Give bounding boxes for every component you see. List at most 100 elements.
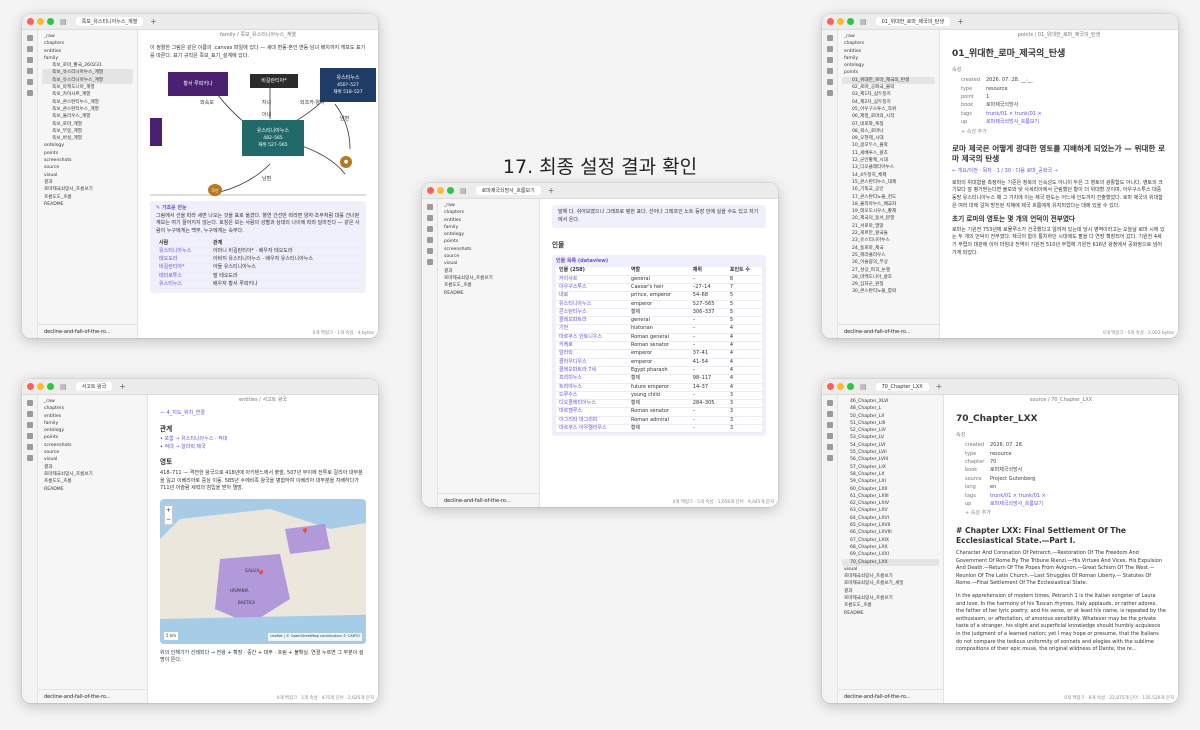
sidebar-item[interactable]: source <box>42 449 143 456</box>
sidebar-item[interactable]: 로마제국쇠망사_흐름보기 <box>442 275 535 282</box>
property-value[interactable]: 1 <box>986 93 989 101</box>
table-cell[interactable]: 유스티누스 <box>156 280 211 290</box>
vault-switcher[interactable]: decline-and-fall-of-the-ro... <box>838 324 939 338</box>
sidebar-item[interactable]: README <box>42 201 133 208</box>
sidebar-item[interactable]: family <box>42 55 133 62</box>
sidebar-item[interactable]: _raw <box>842 33 935 40</box>
sidebar-item[interactable]: _raw <box>42 33 133 40</box>
sidebar-toggle-icon[interactable]: ▤ <box>860 383 867 391</box>
sidebar-item[interactable]: 57_Chapter_LIX <box>842 464 939 471</box>
sidebar-item[interactable]: points <box>442 238 535 245</box>
sidebar-item[interactable]: 01_위대한_로마_제국의_탄생 <box>842 76 935 85</box>
sidebar-item[interactable]: 족보_마케도니아_계열 <box>42 84 133 91</box>
sidebar-item[interactable]: 65_Chapter_LXVII <box>842 522 939 529</box>
sidebar-item[interactable]: 48_Chapter_L <box>842 405 939 412</box>
tab-active[interactable]: 01_위대한_로마_제국의_탄생 <box>875 17 950 26</box>
sidebar-item[interactable]: 로마제국쇠망사_흐름보기 <box>842 595 939 602</box>
sidebar-item[interactable]: visual <box>42 456 143 463</box>
sidebar-item[interactable]: 46_Chapter_XLVI <box>842 398 939 405</box>
table-cell[interactable]: 클라우디우스 <box>556 358 628 367</box>
sidebar-item[interactable]: 56_Chapter_LVIII <box>842 456 939 463</box>
sidebar-item[interactable]: 21_서로마_멸망 <box>842 223 935 230</box>
sidebar-toggle-icon[interactable]: ▤ <box>60 383 67 391</box>
sidebar-item[interactable]: 62_Chapter_LXIV <box>842 500 939 507</box>
table-cell[interactable]: 알라릭 <box>556 349 628 359</box>
property-value[interactable]: trunk/01 × trunk/01 × <box>986 110 1042 118</box>
table-cell[interactable]: 트라야누스 <box>556 383 628 392</box>
sidebar-item[interactable]: 13_디오클레티아누스 <box>842 164 935 171</box>
sidebar-item[interactable]: 17_콘스탄티노플_천도 <box>842 194 935 201</box>
sidebar-item[interactable]: _raw <box>42 398 143 405</box>
minimize-dot[interactable] <box>37 18 44 25</box>
sidebar-item[interactable]: 50_Chapter_LII <box>842 413 939 420</box>
sidebar-item[interactable]: 24_동로마_제국 <box>842 245 935 252</box>
table-cell[interactable]: 드루수스 <box>556 391 628 401</box>
property-value[interactable]: 로마제국쇠망사 <box>986 101 1018 109</box>
sidebar-item[interactable]: 20_제국의_동서_분열 <box>842 215 935 222</box>
sidebar-item[interactable]: ontology <box>842 62 935 69</box>
sidebar-item[interactable]: 15_콘스탄티누스_대제 <box>842 179 935 186</box>
sidebar-item[interactable]: 로마제국쇠망사_흐름보기 <box>42 186 133 193</box>
sidebar-item[interactable]: 64_Chapter_LXVI <box>842 515 939 522</box>
minimize-dot[interactable] <box>837 18 844 25</box>
node-justinian[interactable]: 유스티니아누스 482–565 재위 527–565 <box>242 120 304 157</box>
sidebar-item[interactable]: source <box>42 164 133 171</box>
sidebar-item[interactable]: 결과 <box>42 464 143 471</box>
minimize-dot[interactable] <box>37 383 44 390</box>
sidebar-item[interactable]: ontology <box>42 142 133 149</box>
sidebar-item[interactable]: 16_기독교_공인 <box>842 186 935 193</box>
sidebar-item[interactable]: 61_Chapter_LXIII <box>842 493 939 500</box>
zoom-dot[interactable] <box>447 187 454 194</box>
vault-switcher[interactable]: decline-and-fall-of-the-ro... <box>38 689 147 703</box>
sidebar-item[interactable]: 29_십자군_원정 <box>842 281 935 288</box>
tab-active[interactable]: 서고트 왕국 <box>75 382 113 391</box>
sidebar-item[interactable]: 23_유스티니아누스 <box>842 237 935 244</box>
sidebar-item[interactable]: 족보_콘스탄티누스_계열 <box>42 106 133 113</box>
top-link[interactable]: — 4_지도_위치_연결 <box>160 410 366 418</box>
sidebar-item[interactable]: README <box>842 610 939 617</box>
sidebar-item[interactable]: 족보_카이사르_계열 <box>42 91 133 98</box>
zoom-dot[interactable] <box>847 18 854 25</box>
sidebar-item[interactable]: screenshots <box>42 442 143 449</box>
minimize-dot[interactable] <box>837 383 844 390</box>
sidebar-item[interactable]: 08_팍스_로마나 <box>842 128 935 135</box>
node-lupicina[interactable]: 황서 루피키나 <box>168 72 228 97</box>
property-value[interactable]: resource <box>986 85 1008 93</box>
sidebar-item[interactable]: 결과 <box>842 588 939 595</box>
table-cell[interactable]: 아그리파 마그리피 <box>556 416 628 426</box>
sidebar-item[interactable]: 족보_부봉_계열 <box>42 128 133 135</box>
sidebar-item[interactable]: 53_Chapter_LV <box>842 434 939 441</box>
sidebar-item[interactable]: 족보_콘스탄티누스_계열 <box>42 99 133 106</box>
sidebar-item[interactable]: entities <box>442 217 535 224</box>
new-tab-icon[interactable]: + <box>119 382 126 391</box>
zoom-control[interactable]: + − <box>164 504 173 525</box>
add-property-button[interactable]: + 속성 추가 <box>965 510 1166 518</box>
point-nav[interactable]: ← 개요/이전 · 목차 · 1 / 30 · 다음 로마_공화국 → <box>952 168 1166 176</box>
sidebar-item[interactable]: 12_군인황제_시대 <box>842 157 935 164</box>
sidebar-item[interactable]: 69_Chapter_LXXI <box>842 551 939 558</box>
sidebar-item[interactable]: 04_제2차_삼두정치 <box>842 99 935 106</box>
sidebar-item[interactable]: 59_Chapter_LXI <box>842 478 939 485</box>
table-cell[interactable]: 마르쿠스 안토니우스 <box>556 333 628 343</box>
zoom-dot[interactable] <box>847 383 854 390</box>
sidebar-item[interactable]: 66_Chapter_LXVIII <box>842 529 939 536</box>
sidebar-item[interactable]: 70_Chapter_LXX <box>842 558 939 566</box>
sidebar-item[interactable]: 51_Chapter_LIII <box>842 420 939 427</box>
table-cell[interactable]: 아우구스투스 <box>556 283 628 293</box>
sidebar-item[interactable]: 30_콘스탄티노플_함락 <box>842 288 935 295</box>
table-cell[interactable]: 디오클레티아누스 <box>556 399 628 409</box>
vault-switcher[interactable]: decline-and-fall-of-the-ro... <box>838 689 943 703</box>
sidebar-item[interactable]: 54_Chapter_LVI <box>842 442 939 449</box>
close-dot[interactable] <box>427 187 434 194</box>
dataview-title[interactable]: 인물 목록 (dataview) <box>556 258 762 266</box>
sidebar-item[interactable]: 18_율리아누스_배교자 <box>842 201 935 208</box>
close-dot[interactable] <box>827 383 834 390</box>
map-pin-icon[interactable]: 📍 <box>300 528 310 537</box>
sidebar-item[interactable]: README <box>42 486 143 493</box>
sidebar-item[interactable]: 족보_유스티니아누스_계열 <box>42 76 133 85</box>
sidebar-item[interactable]: 09_오현제_시대 <box>842 135 935 142</box>
property-value[interactable]: en <box>990 483 996 491</box>
new-tab-icon[interactable]: + <box>957 17 964 26</box>
sidebar-item[interactable]: 결과 <box>42 179 133 186</box>
table-cell[interactable]: 기번 <box>556 324 628 334</box>
